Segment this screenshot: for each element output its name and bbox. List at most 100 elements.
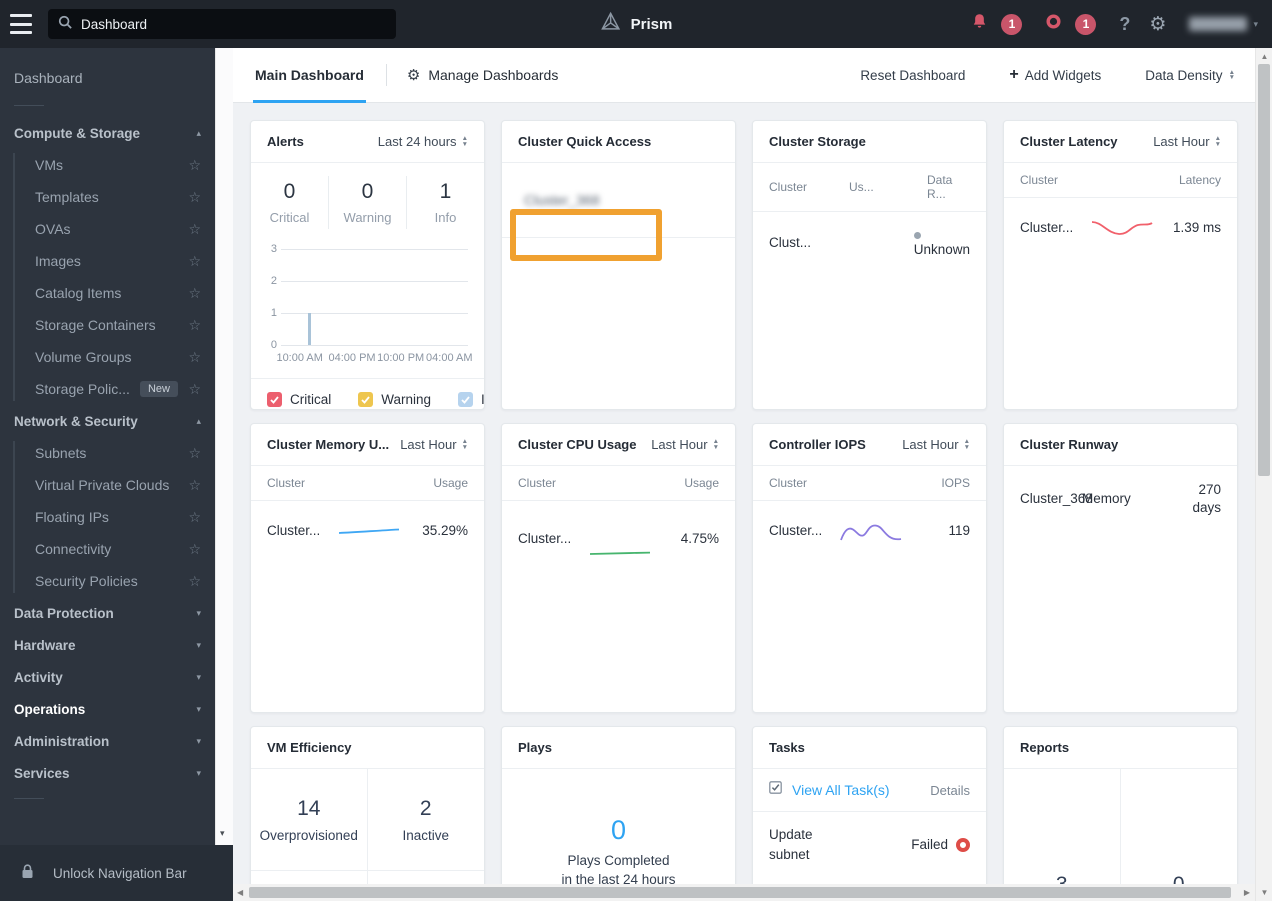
star-icon[interactable]: ☆ <box>188 253 201 270</box>
sidebar-item-templates[interactable]: Templates ☆ <box>0 181 215 213</box>
horizontal-scrollbar-thumb[interactable] <box>249 887 1231 898</box>
cluster-link[interactable]: Cluster_368 <box>1020 490 1093 508</box>
cluster-link[interactable]: Cluster... <box>769 523 835 538</box>
data-density-select[interactable]: Data Density ▲ ▼ <box>1145 68 1235 83</box>
notification-count-badge[interactable]: 1 <box>1001 13 1023 35</box>
legend-info-checkbox[interactable]: Info <box>458 392 484 407</box>
info-count[interactable]: 1 Info <box>406 176 484 229</box>
cluster-link-blurred[interactable]: Cluster_368 <box>524 192 600 208</box>
sidebar-section-data-protection[interactable]: Data Protection ▾ <box>0 597 215 629</box>
cluster-quick-access-item[interactable]: Cluster_368 <box>502 163 735 261</box>
manage-dashboards-button[interactable]: ⚙ Manage Dashboards <box>407 66 558 84</box>
tab-main-dashboard[interactable]: Main Dashboard <box>253 48 366 103</box>
sidebar-item-connectivity[interactable]: Connectivity ☆ <box>0 533 215 565</box>
sidebar-section-operations[interactable]: Operations ▾ <box>0 693 215 725</box>
star-icon[interactable]: ☆ <box>188 157 201 174</box>
star-icon[interactable]: ☆ <box>188 349 201 366</box>
horizontal-scrollbar[interactable]: ◀ ▶ <box>233 884 1255 901</box>
warning-count[interactable]: 0 Warning <box>328 176 406 229</box>
widget-cluster-latency: Cluster Latency Last Hour ▲ ▼ Cluster Lat… <box>1003 120 1238 410</box>
widget-cluster-quick-access: Cluster Quick Access Cluster_368 <box>501 120 736 410</box>
sidebar-item-ovas[interactable]: OVAs ☆ <box>0 213 215 245</box>
sidebar-item-vms[interactable]: VMs ☆ <box>0 149 215 181</box>
star-icon[interactable]: ☆ <box>188 541 201 558</box>
star-icon[interactable]: ☆ <box>188 477 201 494</box>
widget-cluster-storage: Cluster Storage Cluster Us... Data R... … <box>752 120 987 410</box>
sidebar-item-subnets[interactable]: Subnets ☆ <box>0 437 215 469</box>
cpu-range-select[interactable]: Last Hour ▲ ▼ <box>651 437 719 452</box>
failed-status-icon <box>956 837 970 852</box>
latency-range-select[interactable]: Last Hour ▲ ▼ <box>1153 134 1221 149</box>
unlock-navigation-bar[interactable]: Unlock Navigation Bar <box>0 845 233 901</box>
reset-dashboard-button[interactable]: Reset Dashboard <box>860 68 965 83</box>
alert-count-badge[interactable]: 1 <box>1075 13 1097 35</box>
sidebar-item-volume-groups[interactable]: Volume Groups ☆ <box>0 341 215 373</box>
sidebar-section-hardware[interactable]: Hardware ▾ <box>0 629 215 661</box>
sidebar-item-virtual-private-clouds[interactable]: Virtual Private Clouds ☆ <box>0 469 215 501</box>
details-label[interactable]: Details <box>930 783 970 798</box>
star-icon[interactable]: ☆ <box>188 189 201 206</box>
table-header: Cluster Us... Data R... <box>753 163 986 212</box>
inactive-cell[interactable]: 2 Inactive <box>367 769 484 871</box>
sidebar-item-storage-policies[interactable]: Storage Polic... New ☆ <box>0 373 215 405</box>
iops-range-select[interactable]: Last Hour ▲ ▼ <box>902 437 970 452</box>
sidebar-item-catalog-items[interactable]: Catalog Items ☆ <box>0 277 215 309</box>
vertical-scrollbar-thumb[interactable] <box>1258 64 1270 476</box>
sidebar-section-activity[interactable]: Activity ▾ <box>0 661 215 693</box>
chevron-down-icon: ▾ <box>196 671 201 682</box>
table-header: Cluster Usage <box>502 466 735 501</box>
sidebar-section-network-security[interactable]: Network & Security ▴ <box>0 405 215 437</box>
scroll-left-arrow-icon[interactable]: ◀ <box>237 888 243 897</box>
star-icon[interactable]: ☆ <box>188 317 201 334</box>
hamburger-menu-icon[interactable] <box>10 14 32 34</box>
sidebar-item-dashboard[interactable]: Dashboard <box>0 60 215 96</box>
star-icon[interactable]: ☆ <box>188 573 201 590</box>
sidebar-item-storage-containers[interactable]: Storage Containers ☆ <box>0 309 215 341</box>
star-icon[interactable]: ☆ <box>188 509 201 526</box>
widget-alerts: Alerts Last 24 hours ▲ ▼ 0 Critical 0 Warni… <box>250 120 485 410</box>
star-icon[interactable]: ☆ <box>188 285 201 302</box>
notifications-bell-icon[interactable] <box>971 13 988 36</box>
vertical-scrollbar[interactable]: ▲ ▼ <box>1255 48 1272 901</box>
widget-cluster-memory-usage: Cluster Memory U... Last Hour ▲ ▼ Cluster… <box>250 423 485 713</box>
cluster-link[interactable]: Cluster... <box>518 531 584 546</box>
scroll-down-arrow-icon[interactable]: ▼ <box>1256 888 1272 897</box>
sidebar-item-images[interactable]: Images ☆ <box>0 245 215 277</box>
scroll-down-arrow-icon[interactable]: ▾ <box>220 828 225 839</box>
user-menu[interactable]: ▾ <box>1189 17 1258 31</box>
alerts-ring-icon[interactable] <box>1045 13 1062 35</box>
widget-title: Cluster Runway <box>1020 437 1119 452</box>
cluster-link[interactable]: Cluster... <box>267 523 333 538</box>
global-search[interactable] <box>48 9 396 39</box>
widget-title: VM Efficiency <box>267 740 352 755</box>
sidebar-item-security-policies[interactable]: Security Policies ☆ <box>0 565 215 597</box>
sidebar-section-administration[interactable]: Administration ▾ <box>0 725 215 757</box>
sidebar-item-floating-ips[interactable]: Floating IPs ☆ <box>0 501 215 533</box>
task-row[interactable]: Update subnet Failed <box>753 812 986 877</box>
scroll-right-arrow-icon[interactable]: ▶ <box>1244 888 1250 897</box>
sidebar-section-compute-storage[interactable]: Compute & Storage ▴ <box>0 117 215 149</box>
help-icon[interactable]: ? <box>1119 14 1130 35</box>
critical-count[interactable]: 0 Critical <box>251 176 328 229</box>
cluster-link[interactable]: Clust... <box>769 235 842 250</box>
view-all-tasks-link[interactable]: View All Task(s) <box>792 782 890 798</box>
iops-sparkline <box>840 524 902 541</box>
sidebar-scrollbar[interactable]: ▾ <box>215 48 233 845</box>
add-widgets-button[interactable]: + Add Widgets <box>1009 66 1101 84</box>
overprovisioned-cell[interactable]: 14 Overprovisioned <box>251 769 368 871</box>
widget-title: Cluster Memory U... <box>267 437 390 452</box>
legend-critical-checkbox[interactable]: Critical <box>267 392 331 407</box>
tasks-checkbox-icon <box>769 781 782 799</box>
memory-range-select[interactable]: Last Hour ▲ ▼ <box>400 437 468 452</box>
sidebar-section-services[interactable]: Services ▾ <box>0 757 215 789</box>
star-icon[interactable]: ☆ <box>188 381 201 398</box>
scroll-up-arrow-icon[interactable]: ▲ <box>1256 52 1272 61</box>
table-row: Clust... Unknown <box>753 212 986 272</box>
star-icon[interactable]: ☆ <box>188 445 201 462</box>
settings-gear-icon[interactable]: ⚙ <box>1149 13 1166 36</box>
legend-warning-checkbox[interactable]: Warning <box>358 392 431 407</box>
alerts-range-select[interactable]: Last 24 hours ▲ ▼ <box>378 134 468 149</box>
cluster-link[interactable]: Cluster... <box>1020 220 1086 235</box>
search-input[interactable] <box>81 16 386 32</box>
star-icon[interactable]: ☆ <box>188 221 201 238</box>
